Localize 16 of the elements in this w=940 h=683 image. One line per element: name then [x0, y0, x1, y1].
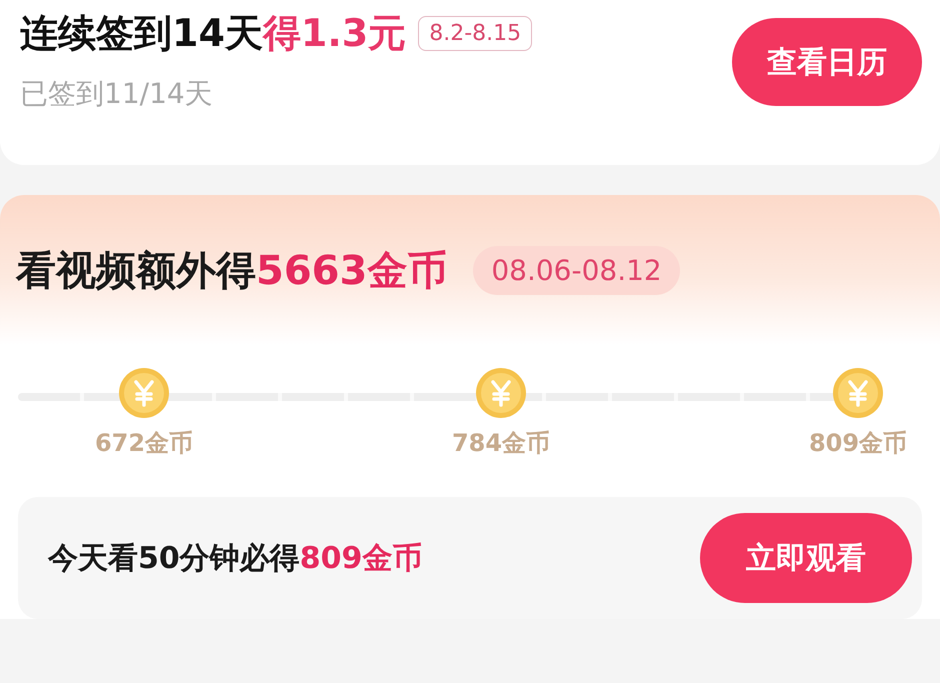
checkin-title: 连续签到14天 [20, 10, 263, 57]
date-range-tag: 08.06-08.12 [473, 246, 680, 294]
video-title: 看视频额外得 [16, 246, 256, 296]
video-reward: 5663金币 [256, 246, 448, 296]
milestone-label: 809金币 [808, 428, 908, 459]
task-reward: 809金币 [300, 540, 422, 578]
coin-icon [118, 367, 170, 419]
coin-icon [832, 367, 884, 419]
task-text: 今天看50分钟必得 [48, 540, 300, 578]
date-range-tag: 8.2-8.15 [418, 16, 532, 51]
calendar-button[interactable]: 查看日历 [732, 18, 922, 106]
coin-icon [475, 367, 527, 419]
milestone-label: 672金币 [94, 428, 194, 459]
checkin-reward: 得1.3元 [262, 10, 406, 57]
watch-button[interactable]: 立即观看 [700, 513, 912, 603]
milestone-label: 784金币 [452, 428, 550, 459]
